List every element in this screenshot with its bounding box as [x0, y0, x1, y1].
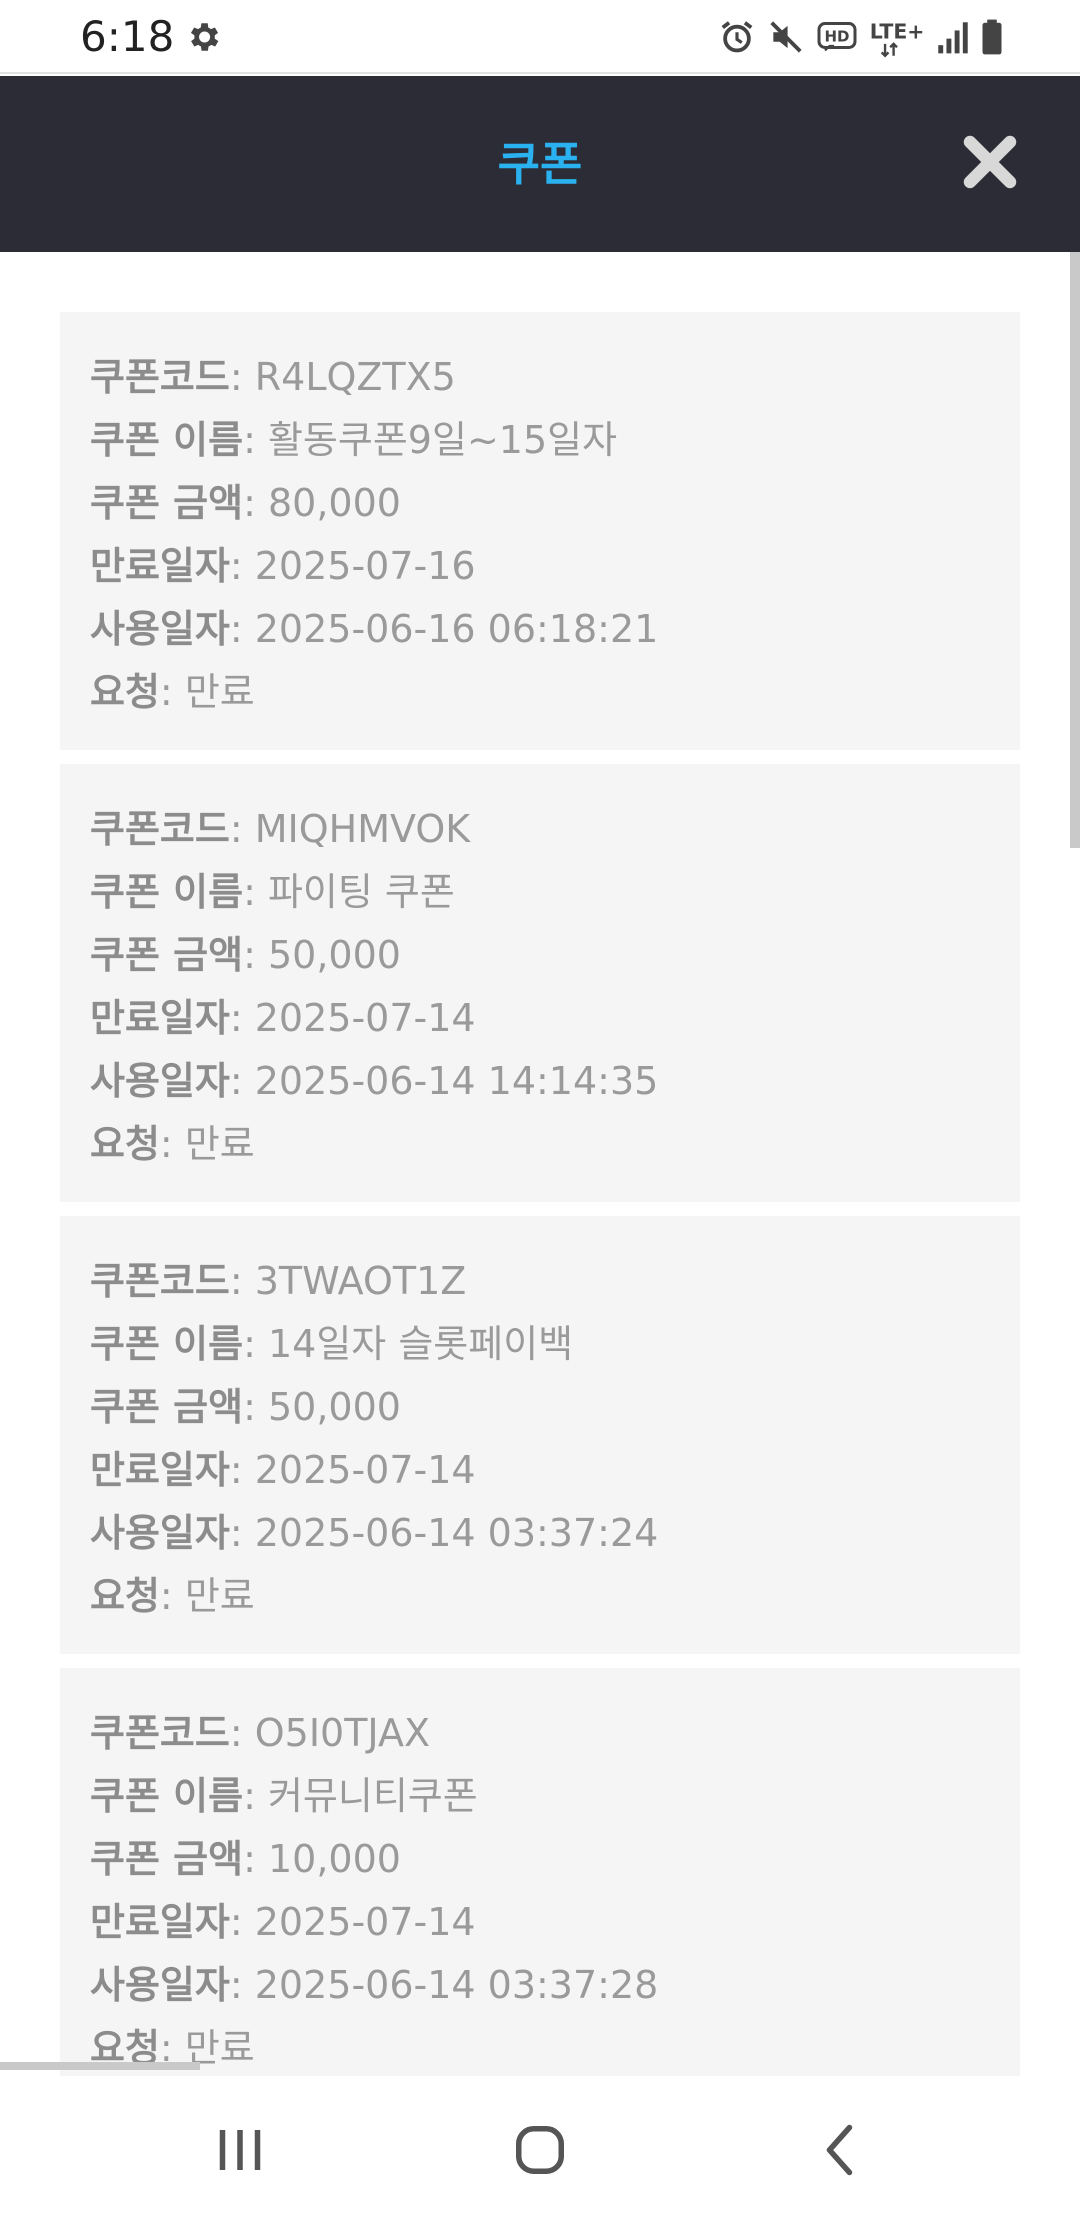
svg-text:HD: HD: [824, 28, 849, 46]
coupon-name-row: 쿠폰 이름: 파이팅 쿠폰: [90, 870, 455, 914]
navigation-bar: [0, 2076, 1080, 2220]
coupon-expire-row: 만료일자: 2025-07-14: [90, 996, 476, 1040]
coupon-name-row: 쿠폰 이름: 커뮤니티쿠폰: [90, 1774, 478, 1818]
recent-apps-icon[interactable]: [210, 2120, 270, 2180]
alarm-icon: [721, 21, 753, 53]
coupon-expire-row: 만료일자: 2025-07-16: [90, 544, 476, 588]
coupon-request-row: 요청: 만료: [90, 670, 255, 714]
coupon-request-row: 요청: 만료: [90, 1574, 255, 1618]
mute-icon: [770, 21, 802, 53]
coupon-code-row: 쿠폰코드: O5I0TJAX: [90, 1711, 430, 1755]
coupon-used-row: 사용일자: 2025-06-16 06:18:21: [90, 607, 659, 651]
home-icon[interactable]: [510, 2120, 570, 2180]
coupon-expire-row: 만료일자: 2025-07-14: [90, 1900, 476, 1944]
lte-icon: LTE+: [870, 20, 925, 58]
coupon-code-row: 쿠폰코드: R4LQZTX5: [90, 355, 456, 399]
coupon-amount-row: 쿠폰 금액: 10,000: [90, 1837, 401, 1881]
svg-text:LTE+: LTE+: [870, 20, 925, 44]
coupon-used-row: 사용일자: 2025-06-14 03:37:24: [90, 1511, 659, 1555]
back-icon[interactable]: [812, 2120, 872, 2180]
gear-icon: [190, 23, 219, 51]
coupon-request-row: 요청: 만료: [90, 1122, 255, 1166]
coupon-code-row: 쿠폰코드: 3TWAOT1Z: [90, 1259, 467, 1303]
battery-icon: [982, 19, 1002, 55]
horizontal-scrollbar[interactable]: [0, 2062, 200, 2070]
coupon-amount-row: 쿠폰 금액: 50,000: [90, 1385, 401, 1429]
coupon-name-row: 쿠폰 이름: 활동쿠폰9일~15일자: [90, 418, 618, 462]
coupon-list[interactable]: 쿠폰코드: R4LQZTX5 쿠폰 이름: 활동쿠폰9일~15일자 쿠폰 금액:…: [0, 252, 1080, 2076]
coupon-used-row: 사용일자: 2025-06-14 03:37:28: [90, 1963, 659, 2007]
page-title: 쿠폰: [497, 137, 583, 191]
coupon-used-row: 사용일자: 2025-06-14 14:14:35: [90, 1059, 659, 1103]
coupon-card: 쿠폰코드: 3TWAOT1Z 쿠폰 이름: 14일자 슬롯페이백 쿠폰 금액: …: [60, 1216, 1020, 1654]
coupon-request-row: 요청: 만료: [90, 2026, 255, 2070]
status-bar: 6:18 HD LTE+: [0, 0, 1080, 74]
coupon-code-row: 쿠폰코드: MIQHMVOK: [90, 807, 471, 851]
coupon-amount-row: 쿠폰 금액: 80,000: [90, 481, 401, 525]
status-time: 6:18: [80, 12, 175, 61]
close-icon[interactable]: [960, 132, 1020, 192]
status-icons: HD LTE+: [718, 16, 1004, 58]
coupon-expire-row: 만료일자: 2025-07-14: [90, 1448, 476, 1492]
signal-icon: [938, 22, 968, 54]
coupon-card: 쿠폰코드: R4LQZTX5 쿠폰 이름: 활동쿠폰9일~15일자 쿠폰 금액:…: [60, 312, 1020, 750]
coupon-card: 쿠폰코드: MIQHMVOK 쿠폰 이름: 파이팅 쿠폰 쿠폰 금액: 50,0…: [60, 764, 1020, 1202]
coupon-amount-row: 쿠폰 금액: 50,000: [90, 933, 401, 977]
coupon-card: 쿠폰코드: O5I0TJAX 쿠폰 이름: 커뮤니티쿠폰 쿠폰 금액: 10,0…: [60, 1668, 1020, 2076]
coupon-name-row: 쿠폰 이름: 14일자 슬롯페이백: [90, 1322, 574, 1366]
coupon-header: 쿠폰: [0, 76, 1080, 252]
hd-icon: HD: [817, 22, 857, 52]
vertical-scrollbar[interactable]: [1070, 252, 1080, 848]
